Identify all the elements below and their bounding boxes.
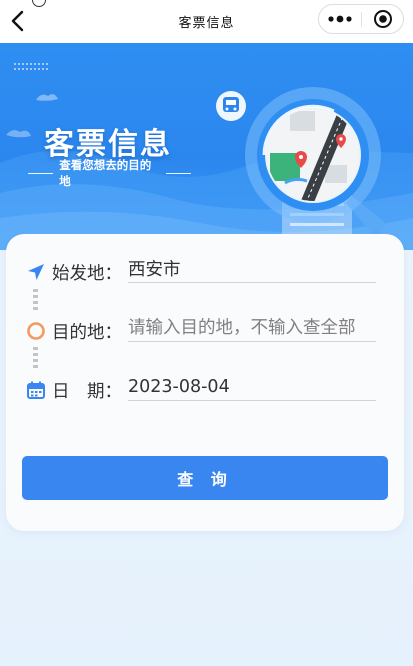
subtitle-left-line: [28, 172, 54, 174]
status-indicator: [32, 0, 46, 7]
mini-program-capsule: [318, 4, 404, 34]
close-button[interactable]: [362, 5, 404, 33]
origin-row: 始发地：: [26, 255, 376, 289]
destination-row: 目的地：: [26, 314, 376, 348]
origin-input[interactable]: [128, 255, 376, 283]
date-label: 日 期：: [52, 382, 122, 402]
destination-label: 目的地：: [52, 323, 122, 343]
route-dots-1: [33, 289, 38, 310]
more-dots-icon: [328, 15, 352, 23]
search-form-card: 始发地： 目的地： 日 期： 查 询: [6, 234, 404, 531]
destination-input[interactable]: [128, 314, 376, 342]
route-dots-2: [33, 347, 38, 368]
calendar-icon: [27, 381, 45, 399]
date-row: 日 期：: [26, 373, 376, 407]
target-circle-icon: [374, 10, 392, 28]
navigation-arrow-icon: [28, 264, 44, 280]
origin-label: 始发地：: [52, 264, 122, 284]
date-input[interactable]: [128, 373, 376, 401]
search-button[interactable]: 查 询: [22, 456, 388, 500]
banner-subtitle-row: 查看您想去的目的地: [22, 157, 197, 189]
more-button[interactable]: [319, 5, 361, 33]
banner: 客票信息 查看您想去的目的地: [0, 43, 413, 250]
top-nav-bar: 客票信息: [0, 0, 413, 44]
banner-subtitle: 查看您想去的目的地: [59, 158, 152, 188]
subtitle-right-line: [165, 172, 191, 174]
destination-ring-icon: [27, 322, 45, 340]
